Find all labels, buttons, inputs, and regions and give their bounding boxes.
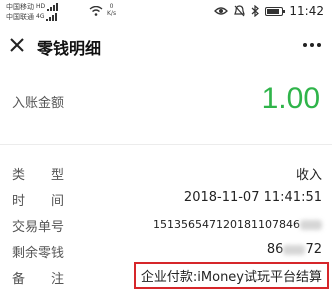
net-speed: 0 K/s <box>107 3 116 17</box>
bluetooth-icon <box>252 5 260 17</box>
balance-value: 86 72 <box>267 242 322 257</box>
order-number: 151356547120181107846 <box>153 218 300 231</box>
signal-1-icon <box>47 3 59 11</box>
net-speed-unit: K/s <box>107 10 117 17</box>
detail-row-balance: 剩余零钱 86 72 <box>0 238 332 264</box>
time-value: 2018-11-07 11:41:51 <box>183 190 322 205</box>
battery-fill <box>267 8 280 14</box>
carrier-1-name: 中国移动 <box>6 3 34 11</box>
type-label: 类 型 <box>12 164 64 183</box>
status-bar: 中国移动 HD 中国联通 4G 0 K/s 11:42 <box>0 0 332 26</box>
time-label: 时 间 <box>12 190 64 209</box>
signal-2-icon <box>46 13 58 21</box>
note-label-char-2: 注 <box>50 272 64 287</box>
carrier-1-tag: HD <box>36 3 46 10</box>
carrier-2-name: 中国联通 <box>6 13 34 21</box>
detail-row-time: 时 间 2018-11-07 11:41:51 <box>0 186 332 212</box>
type-label-char-1: 类 <box>12 168 26 183</box>
type-label-char-2: 型 <box>50 168 64 183</box>
carrier-info: 中国移动 HD 中国联通 4G <box>6 2 59 22</box>
order-label: 交易单号 <box>12 220 65 235</box>
clock: 11:42 <box>289 4 324 18</box>
detail-row-order: 交易单号 151356547120181107846 <box>0 212 332 238</box>
amount-label: 入账金额 <box>12 96 65 111</box>
balance-suffix: 72 <box>305 242 322 257</box>
redaction <box>300 220 322 230</box>
bell-muted-icon <box>234 5 246 17</box>
divider <box>0 144 332 145</box>
net-speed-value: 0 <box>109 3 114 10</box>
type-value: 收入 <box>295 168 322 183</box>
note-label: 备 注 <box>12 268 64 287</box>
header: 零钱明细 <box>0 26 332 70</box>
balance-prefix: 86 <box>266 242 284 257</box>
balance-label: 剩余零钱 <box>12 246 65 261</box>
note-label-char-1: 备 <box>12 272 26 287</box>
redaction <box>283 244 306 255</box>
page-title: 零钱明细 <box>37 39 102 58</box>
note-value-highlight: 企业付款:iMoney试玩平台结算 <box>133 262 329 289</box>
order-value[interactable]: 151356547120181107846 <box>153 218 322 231</box>
more-dots-icon[interactable] <box>300 34 324 56</box>
time-label-char-1: 时 <box>12 194 26 209</box>
battery-icon <box>265 6 286 16</box>
eye-icon <box>214 7 229 15</box>
status-icons: 11:42 <box>214 4 324 18</box>
time-label-char-2: 间 <box>50 194 64 209</box>
carrier-2-tag: 4G <box>36 13 45 20</box>
close-icon[interactable] <box>6 34 28 56</box>
details-list: 类 型 收入 时 间 2018-11-07 11:41:51 交易单号 1513… <box>0 160 332 290</box>
detail-row-note: 备 注 企业付款:iMoney试玩平台结算 <box>0 262 332 290</box>
detail-row-type: 类 型 收入 <box>0 160 332 186</box>
wifi-icon <box>89 6 103 16</box>
amount-value: 1.00 <box>261 82 320 115</box>
amount-section: 入账金额 1.00 <box>0 70 332 140</box>
